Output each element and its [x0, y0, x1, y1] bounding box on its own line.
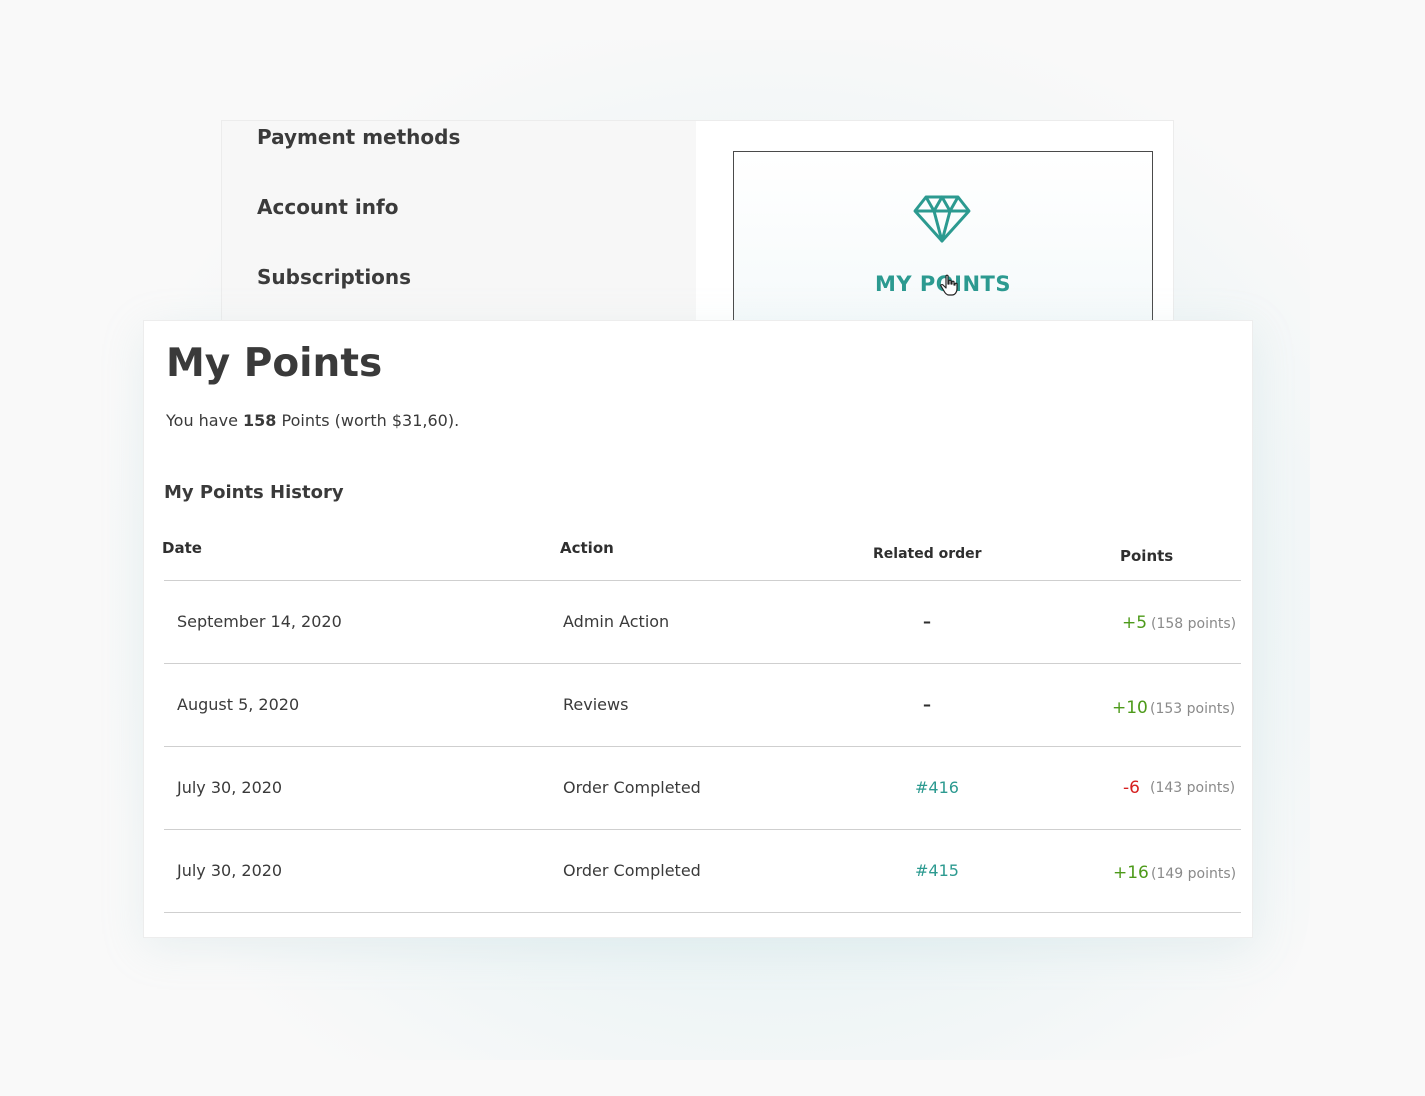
row-points-total: (143 points)	[1150, 780, 1236, 796]
row-action: Admin Action	[563, 612, 670, 631]
row-date: July 30, 2020	[177, 778, 283, 797]
row-points-total: (149 points)	[1151, 866, 1237, 882]
summary-suffix: Points (worth $31,60).	[276, 411, 460, 430]
row-points-change: -6	[1123, 778, 1140, 798]
row-points-change: +16	[1113, 863, 1149, 883]
hand-cursor-icon	[940, 274, 958, 296]
column-header-related-order: Related order	[873, 546, 982, 562]
row-points-total: (158 points)	[1151, 616, 1237, 632]
row-points-change: +5	[1122, 613, 1148, 633]
nav-item-payment-methods[interactable]: Payment methods	[257, 125, 460, 149]
row-points-total: (153 points)	[1150, 701, 1236, 717]
my-points-panel: My Points You have 158 Points (worth $31…	[143, 320, 1253, 938]
row-action: Reviews	[563, 695, 629, 714]
row-divider	[164, 663, 1241, 664]
row-date: July 30, 2020	[177, 861, 283, 880]
row-date: August 5, 2020	[177, 695, 300, 714]
summary-prefix: You have	[166, 411, 244, 430]
row-action: Order Completed	[563, 778, 701, 797]
column-header-points: Points	[1120, 547, 1174, 565]
row-related-order: –	[923, 612, 931, 631]
row-divider	[164, 912, 1241, 913]
row-divider	[164, 829, 1241, 830]
page-title: My Points	[166, 341, 383, 386]
column-header-date: Date	[162, 539, 202, 557]
row-divider	[164, 746, 1241, 747]
account-dashboard-card: Payment methods Account info Subscriptio…	[221, 120, 1174, 341]
history-title: My Points History	[164, 482, 344, 503]
my-points-tile[interactable]: MY POINTS	[733, 151, 1153, 341]
row-points-change: +10	[1112, 698, 1148, 718]
header-divider	[164, 580, 1241, 581]
order-link-415[interactable]: #415	[915, 861, 959, 880]
diamond-icon	[913, 195, 971, 243]
points-balance: 158	[243, 411, 277, 430]
row-action: Order Completed	[563, 861, 701, 880]
order-link-416[interactable]: #416	[915, 778, 959, 797]
nav-item-subscriptions[interactable]: Subscriptions	[257, 265, 411, 289]
nav-item-account-info[interactable]: Account info	[257, 195, 398, 219]
account-nav: Payment methods Account info Subscriptio…	[222, 121, 696, 334]
row-related-order: –	[923, 695, 931, 714]
points-summary: You have 158 Points (worth $31,60).	[166, 411, 459, 430]
column-header-action: Action	[560, 539, 614, 557]
row-date: September 14, 2020	[177, 612, 342, 631]
